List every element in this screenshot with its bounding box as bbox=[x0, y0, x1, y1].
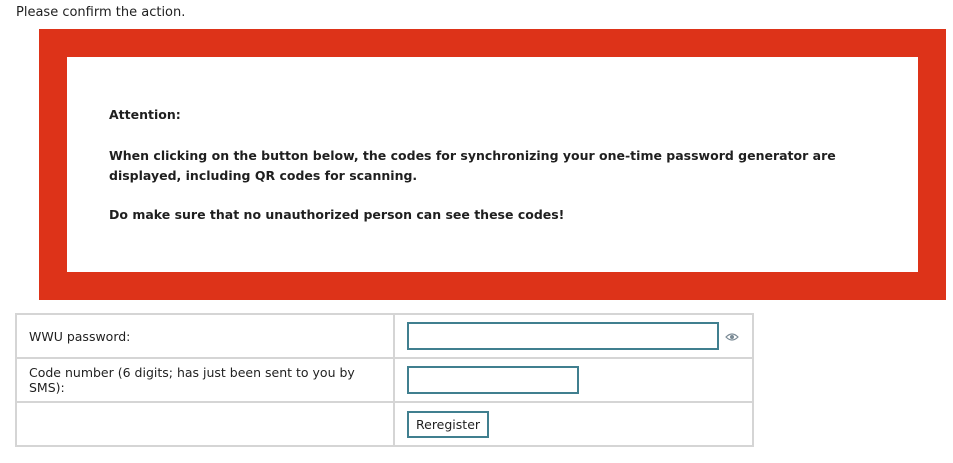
password-field-cell bbox=[393, 313, 754, 359]
reregister-button[interactable]: Reregister bbox=[407, 410, 490, 438]
confirm-prompt: Please confirm the action. bbox=[16, 5, 186, 20]
code-label: Code number (6 digits; has just been sen… bbox=[15, 357, 395, 403]
empty-cell bbox=[15, 401, 395, 447]
password-row: WWU password: bbox=[15, 313, 754, 359]
sms-code-input[interactable] bbox=[407, 366, 579, 394]
alert-warning-text: Do make sure that no unauthorized person… bbox=[109, 207, 565, 222]
code-field-cell bbox=[393, 357, 754, 403]
eye-icon[interactable] bbox=[725, 332, 739, 342]
attention-alert: Attention: When clicking on the button b… bbox=[39, 29, 946, 300]
alert-heading: Attention: bbox=[109, 107, 181, 122]
submit-cell: Reregister bbox=[393, 401, 754, 447]
submit-row: Reregister bbox=[15, 401, 754, 447]
alert-body-text: When clicking on the button below, the c… bbox=[109, 148, 836, 183]
code-row: Code number (6 digits; has just been sen… bbox=[15, 357, 754, 403]
password-label: WWU password: bbox=[15, 313, 395, 359]
reregister-form: WWU password: Code number (6 digits; has… bbox=[15, 313, 754, 447]
attention-alert-content: Attention: When clicking on the button b… bbox=[67, 57, 918, 272]
password-input[interactable] bbox=[407, 322, 719, 350]
